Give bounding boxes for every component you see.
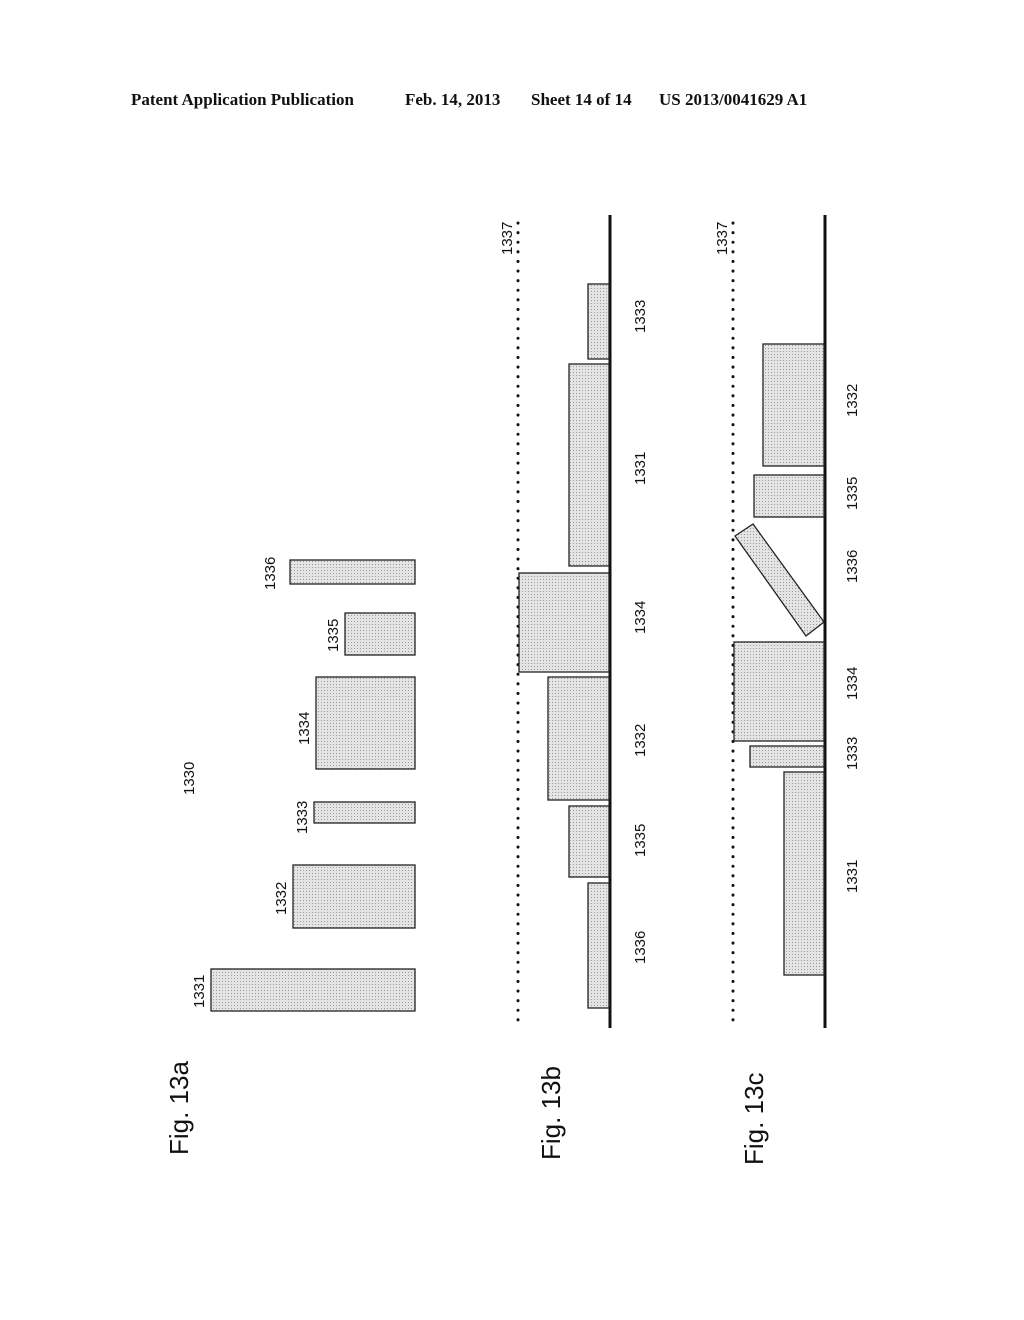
- ref-1334: 1334: [632, 601, 649, 634]
- block-1334: [518, 572, 610, 673]
- ref-1331: 1331: [191, 975, 208, 1008]
- block-1332: [292, 864, 416, 929]
- block-1333: [587, 283, 610, 360]
- fig-13c: Fig. 13c 1337 1332 1335 1336 1334 1333 1…: [714, 215, 861, 1165]
- ref-1334: 1334: [844, 667, 861, 700]
- ref-1335: 1335: [632, 824, 649, 857]
- block-1335: [753, 474, 825, 518]
- ref-1333: 1333: [294, 801, 311, 834]
- block-1335: [568, 805, 610, 878]
- fig-13b-label: Fig. 13b: [536, 1066, 566, 1160]
- ref-1335: 1335: [325, 619, 342, 652]
- ref-1330: 1330: [181, 762, 198, 795]
- block-1331: [210, 968, 416, 1012]
- ref-1333: 1333: [632, 300, 649, 333]
- block-1331: [568, 363, 610, 567]
- ref-1337: 1337: [499, 222, 516, 255]
- ref-1335: 1335: [844, 477, 861, 510]
- block-1334: [733, 641, 825, 742]
- drawing-sheet: Fig. 13a 1330 1331 1332 1333 1334 1335 1…: [164, 215, 861, 1165]
- ref-1334: 1334: [296, 712, 313, 745]
- fig-13a: Fig. 13a 1330 1331 1332 1333 1334 1335 1…: [164, 557, 416, 1155]
- block-1331: [783, 771, 825, 976]
- block-1333: [749, 745, 825, 768]
- block-1333: [313, 801, 416, 824]
- ref-1332: 1332: [844, 384, 861, 417]
- block-1336: [289, 559, 416, 585]
- block-1332: [547, 676, 610, 801]
- fig-13a-label: Fig. 13a: [164, 1061, 194, 1155]
- ref-1332: 1332: [273, 882, 290, 915]
- ref-1331: 1331: [844, 860, 861, 893]
- ref-1336: 1336: [844, 550, 861, 583]
- block-1336-tilted: [734, 523, 825, 637]
- ref-1336: 1336: [632, 931, 649, 964]
- block-1335: [344, 612, 416, 656]
- block-1334: [315, 676, 416, 770]
- ref-1336: 1336: [262, 557, 279, 590]
- ref-1332: 1332: [632, 724, 649, 757]
- block-1332: [762, 343, 825, 467]
- block-1336: [587, 882, 610, 1009]
- ref-1333: 1333: [844, 737, 861, 770]
- fig-13c-label: Fig. 13c: [739, 1073, 769, 1166]
- fig-13b: Fig. 13b 1337 1333 1331 1334 1332 1335 1…: [499, 215, 649, 1160]
- ref-1337: 1337: [714, 222, 731, 255]
- ref-1331: 1331: [632, 452, 649, 485]
